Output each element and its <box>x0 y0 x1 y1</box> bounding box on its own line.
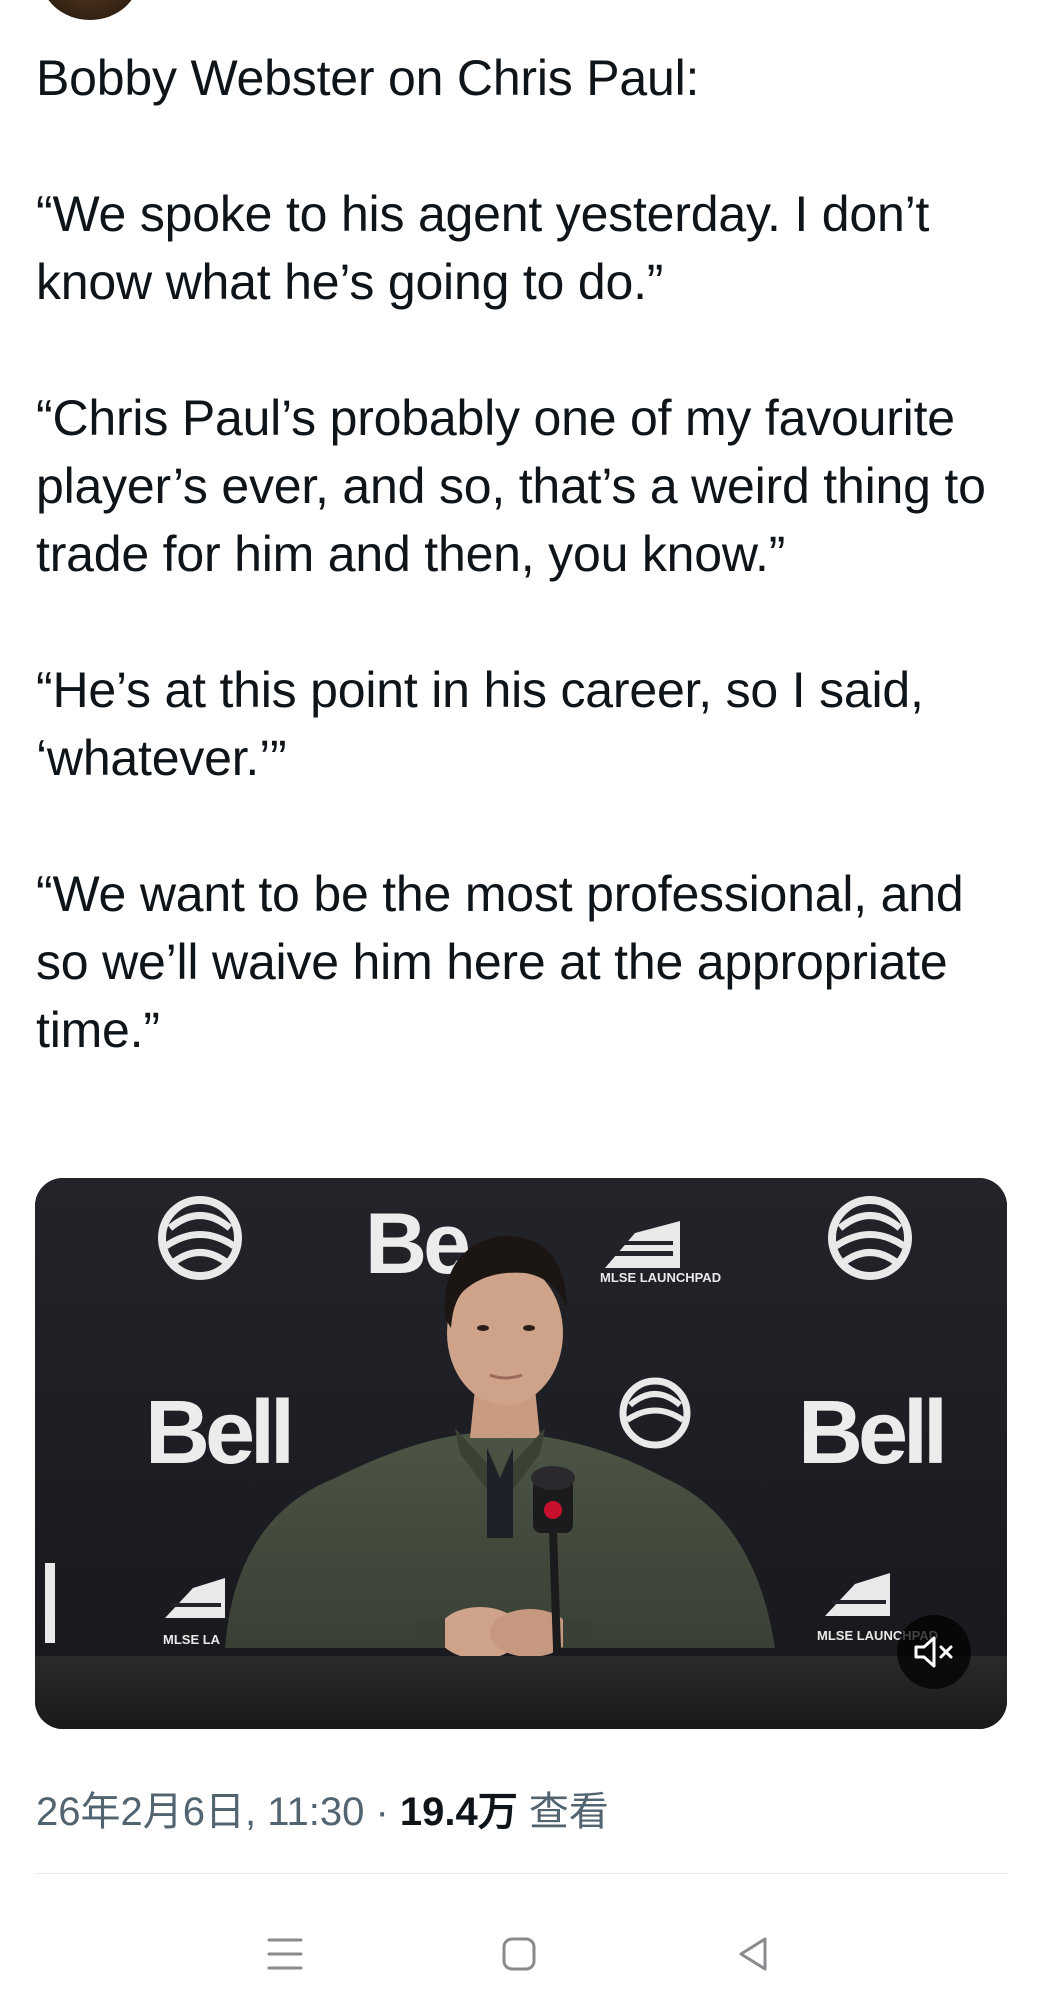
video-frame[interactable]: Be Bell Bell MLSE LAUNCHPAD MLSE LA MLSE… <box>35 1178 1007 1729</box>
tweet-text: Bobby Webster on Chris Paul: “We spoke t… <box>36 44 1006 1064</box>
nav-back-button[interactable] <box>723 1926 783 1982</box>
timestamp[interactable]: 26年2月6日, 11:30 <box>36 1790 364 1834</box>
mute-button[interactable] <box>897 1615 971 1689</box>
video-player[interactable]: Be Bell Bell MLSE LAUNCHPAD MLSE LA MLSE… <box>35 1178 1007 1729</box>
meta-separator: · <box>364 1790 400 1834</box>
tweet-paragraph: Bobby Webster on Chris Paul: <box>36 50 700 106</box>
back-triangle-icon <box>739 1937 767 1971</box>
views-count[interactable]: 19.4万 <box>400 1790 518 1834</box>
launchpad-logo-text: MLSE LAUNCHPAD <box>600 1270 721 1285</box>
system-navigation-bar <box>0 1900 1038 2007</box>
bell-logo-text: Bell <box>145 1383 290 1483</box>
tweet-paragraph: “We want to be the most professional, an… <box>36 866 964 1058</box>
bell-logo-text: Bell <box>798 1383 943 1483</box>
views-label: 查看 <box>517 1790 609 1834</box>
tweet-meta: 26年2月6日, 11:30 · 19.4万 查看 <box>36 1784 609 1840</box>
launchpad-logo-text: MLSE LA <box>163 1632 221 1647</box>
menu-icon <box>267 1938 303 1970</box>
speaker-muted-icon <box>914 1636 953 1668</box>
nav-menu-button[interactable] <box>255 1926 315 1982</box>
tweet-paragraph: “Chris Paul’s probably one of my favouri… <box>36 390 986 582</box>
divider <box>35 1873 1007 1874</box>
home-square-icon <box>502 1937 536 1971</box>
tweet-paragraph: “He’s at this point in his career, so I … <box>36 662 924 786</box>
avatar[interactable] <box>40 0 140 20</box>
nav-home-button[interactable] <box>489 1926 549 1982</box>
tweet-paragraph: “We spoke to his agent yesterday. I don’… <box>36 186 930 310</box>
